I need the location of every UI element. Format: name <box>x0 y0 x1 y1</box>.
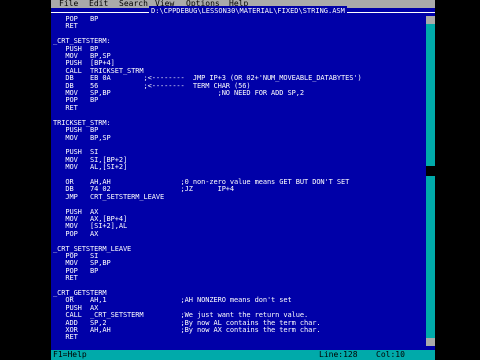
status-bar: F1=Help Line:128 Col:10 <box>51 350 435 360</box>
file-path-title: D:\CPPDEBUG\LESSON30\MATERIAL\FIXED\STRI… <box>149 6 347 16</box>
code-editor[interactable]: POP BP RET _CRT_SETSTERM: PUSH BP MOV BP… <box>51 16 426 344</box>
code-line[interactable]: RET <box>53 333 77 341</box>
code-line[interactable]: POP AX <box>53 230 98 238</box>
vertical-scrollbar[interactable] <box>426 16 435 346</box>
scroll-up-arrow-icon[interactable] <box>426 16 435 24</box>
column-indicator: Col:10 <box>376 350 405 359</box>
code-line[interactable]: MOV AL,[SI+2] <box>53 163 127 171</box>
editor-window: File Edit Search View Options Help D:\CP… <box>51 0 435 360</box>
code-line[interactable]: XOR AH,AH ;By now AX contains the term c… <box>53 326 320 334</box>
help-hint[interactable]: F1=Help <box>53 350 87 360</box>
code-line[interactable]: RET <box>53 104 77 112</box>
title-bar: D:\CPPDEBUG\LESSON30\MATERIAL\FIXED\STRI… <box>51 6 435 16</box>
line-indicator: Line:128 <box>319 350 358 359</box>
code-line[interactable]: JMP CRT_SETSTERM_LEAVE <box>53 193 164 201</box>
code-line[interactable]: MOV BP,SP <box>53 134 110 142</box>
code-line[interactable]: RET <box>53 22 77 30</box>
scrollbar-thumb[interactable] <box>426 166 435 176</box>
code-text[interactable]: POP BP RET _CRT_SETSTERM: PUSH BP MOV BP… <box>51 16 426 342</box>
code-line[interactable]: RET <box>53 274 77 282</box>
scroll-down-arrow-icon[interactable] <box>426 338 435 346</box>
